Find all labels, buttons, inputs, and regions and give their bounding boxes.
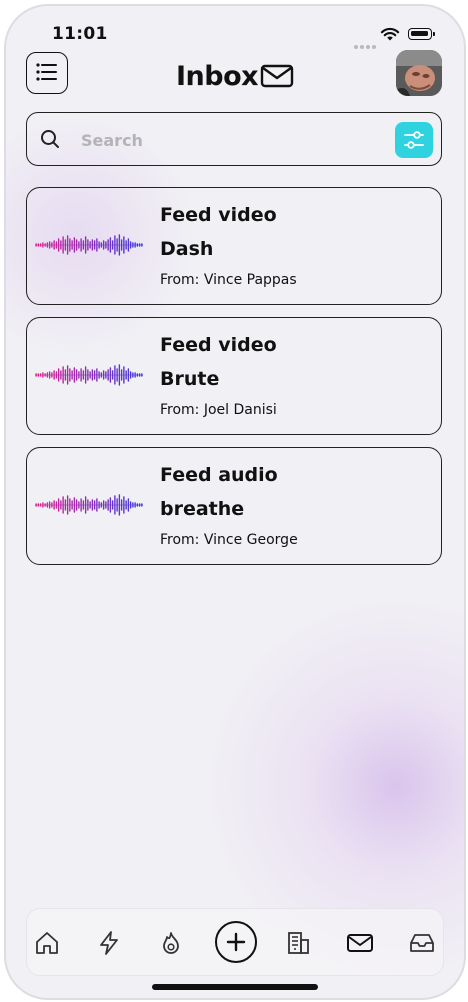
search-bar[interactable] (26, 112, 442, 166)
message-type: Feed video (160, 204, 277, 226)
message-card[interactable]: Feed video Brute From: Joel Danisi (26, 317, 442, 435)
menu-button[interactable] (26, 52, 68, 94)
bottom-nav (26, 908, 444, 976)
home-indicator (152, 984, 318, 990)
list-menu-icon (36, 63, 57, 81)
message-card[interactable]: Feed video Dash From: Vince Pappas (26, 187, 442, 305)
wifi-icon (380, 27, 400, 41)
inbox-tray-icon (410, 934, 434, 952)
add-circle-icon (226, 932, 246, 952)
status-bar: 11:01 (6, 24, 464, 49)
search-input[interactable] (79, 125, 373, 155)
avatar[interactable] (396, 50, 442, 96)
nav-archive[interactable] (408, 929, 436, 957)
filter-button[interactable] (395, 122, 433, 158)
nav-inbox[interactable] (346, 929, 374, 957)
waveform-icon (35, 364, 143, 386)
building-icon (288, 932, 309, 954)
message-sender: From: Vince Pappas (160, 272, 297, 288)
nav-home[interactable] (33, 929, 61, 957)
message-type: Feed audio (160, 464, 278, 486)
sliders-icon (404, 131, 424, 149)
message-name: Brute (160, 368, 220, 390)
waveform-icon (35, 234, 143, 256)
message-name: breathe (160, 498, 245, 520)
lightning-icon (100, 931, 118, 955)
waveform-icon (35, 494, 143, 516)
message-sender: From: Vince George (160, 532, 298, 548)
message-card[interactable]: Feed audio breathe From: Vince George (26, 447, 442, 565)
message-sender: From: Joel Danisi (160, 402, 277, 418)
home-icon (36, 932, 58, 954)
search-icon (41, 130, 59, 148)
flame-icon (163, 932, 179, 954)
envelope-icon (260, 64, 294, 88)
add-button[interactable] (215, 921, 257, 963)
phone-screen: 11:01 Inbox Search Feed video Dash From:… (4, 4, 466, 1000)
page-title-wrap: Inbox (176, 58, 294, 94)
nav-organization[interactable] (284, 929, 312, 957)
profile-photo (396, 50, 442, 96)
page-title: Inbox (176, 60, 259, 92)
signal-icon (354, 34, 378, 53)
mail-icon (347, 934, 373, 952)
battery-icon (408, 28, 435, 40)
message-type: Feed video (160, 334, 277, 356)
message-name: Dash (160, 238, 214, 260)
nav-trending[interactable] (157, 929, 185, 957)
status-time: 11:01 (52, 24, 108, 44)
nav-activity[interactable] (95, 929, 123, 957)
